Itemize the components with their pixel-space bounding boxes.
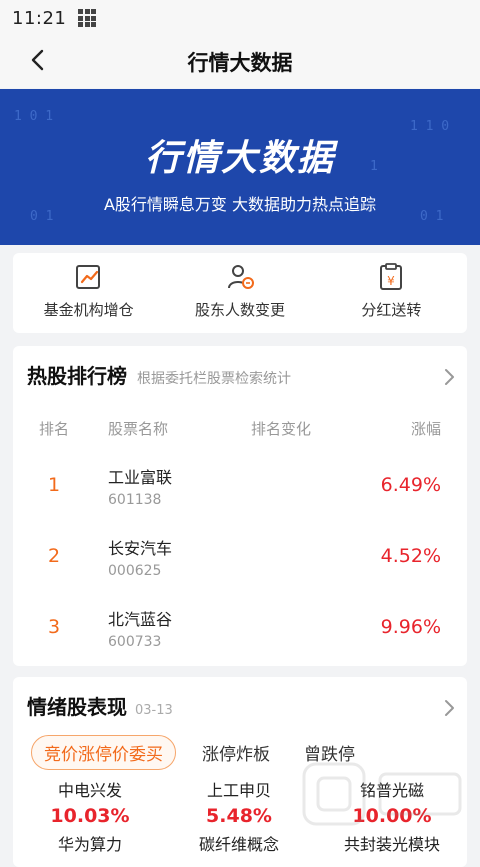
nav-bar: 行情大数据 [0,36,480,88]
chart-up-icon [75,265,100,289]
stock-name: 中电兴发 [57,781,122,800]
stock-code: 601138 [108,492,162,508]
stock-concept: 华为算力 [57,835,122,854]
stock-change-pct: 4.52% [380,545,441,567]
card-subtitle: 根据委托栏股票检索统计 [137,371,291,387]
row-rank: 1 [48,474,61,496]
back-button[interactable] [24,46,52,74]
header-change: 排名变化 [251,420,312,438]
card-header: 情绪股表现 03-13 [27,691,173,720]
stock-name: 北汽蓝谷 [108,610,173,629]
hot-stocks-card: 热股排行榜 根据委托栏股票检索统计 排名 股票名称 排名变化 涨幅 1 工业富联… [13,346,467,666]
stock-change-pct: 6.49% [380,474,441,496]
shortcut-label: 基金机构增仓 [43,301,134,319]
shortcut-bar: 基金机构增仓 股东人数变更 ¥ 分红送转 [13,253,467,333]
row-rank: 2 [48,545,61,567]
stock-concept: 共封装光模块 [343,835,440,854]
svg-text:¥: ¥ [387,274,395,288]
stock-code: 600733 [108,634,162,650]
header-rank: 排名 [39,420,70,438]
stock-name: 工业富联 [108,468,173,487]
header-name: 股票名称 [108,420,169,438]
table-row[interactable]: 2 长安汽车 000625 4.52% [13,527,467,591]
banner-decoration: 1 0 1 [14,109,54,124]
banner-title: 行情大数据 [144,138,335,179]
card-title: 情绪股表现 [27,695,127,719]
banner: 1 0 1 0 1 1 1 0 0 1 1 行情大数据 A股行情瞬息万变 大数据… [0,89,480,245]
shortcut-shareholder-change[interactable]: 股东人数变更 [164,253,315,333]
stock-change-pct: 10.03% [50,805,130,827]
card-header: 热股排行榜 根据委托栏股票检索统计 [27,360,291,389]
stock-concept: 碳纤维概念 [198,835,279,854]
page-title: 行情大数据 [187,51,293,75]
row-rank: 3 [48,616,61,638]
yen-clipboard-icon: ¥ [380,263,403,290]
stock-code: 000625 [108,563,162,579]
watermark-logo [302,762,462,826]
chevron-right-icon[interactable] [443,368,455,386]
chevron-right-icon[interactable] [443,699,455,717]
emotion-stock[interactable]: 中电兴发 10.03% 华为算力 [25,777,155,855]
card-title: 热股排行榜 [27,364,127,388]
stock-name: 上工申贝 [206,781,271,800]
tab-limit-up-break[interactable]: 涨停炸板 [202,740,270,765]
user-refresh-icon [227,265,254,289]
stock-change-pct: 9.96% [380,616,441,638]
banner-subtitle: A股行情瞬息万变 大数据助力热点追踪 [103,195,377,214]
shortcut-label: 分红送转 [361,301,422,319]
stock-name: 长安汽车 [108,539,173,558]
header-pct: 涨幅 [410,420,441,438]
shortcut-label: 股东人数变更 [194,301,285,319]
status-time: 11:21 [12,7,67,29]
emotion-stock[interactable]: 上工申贝 5.48% 碳纤维概念 [174,777,304,855]
stock-change-pct: 5.48% [206,805,272,827]
chevron-left-icon [31,49,44,71]
tab-auction-limit-up[interactable]: 竞价涨停价委买 [31,735,176,770]
shortcut-fund-increase[interactable]: 基金机构增仓 [13,253,164,333]
card-date: 03-13 [135,703,173,718]
table-row[interactable]: 1 工业富联 601138 6.49% [13,456,467,520]
table-row[interactable]: 3 北汽蓝谷 600733 9.96% [13,598,467,662]
shortcut-dividend[interactable]: ¥ 分红送转 [316,253,467,333]
status-bar: 11:21 [0,0,480,36]
app-grid-icon [78,9,97,27]
